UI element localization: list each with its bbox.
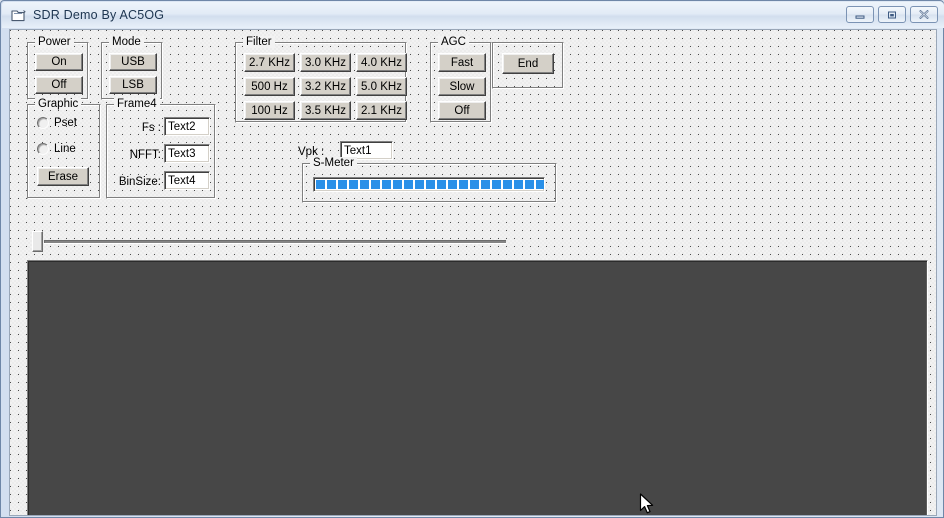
maximize-button[interactable] [878, 6, 906, 23]
smeter-segment [338, 180, 347, 189]
graphic-option-line-label: Line [54, 143, 76, 155]
filter-frame: Filter 2.7 KHz 3.0 KHz 4.0 KHz 500 Hz 3.… [235, 36, 407, 123]
smeter-segment [536, 180, 544, 189]
smeter-segment [415, 180, 424, 189]
power-off-button[interactable]: Off [35, 76, 83, 94]
end-frame: End [492, 42, 564, 89]
nfft-label: NFFT: [129, 149, 161, 161]
smeter-segment [525, 180, 534, 189]
agc-fast-button[interactable]: Fast [438, 53, 486, 72]
frame4: Frame4 Fs : Text2 NFFT: Text3 BinSize: T… [106, 98, 216, 199]
filter-button-100-hz[interactable]: 100 Hz [244, 101, 295, 120]
filter-frame-caption: Filter [243, 36, 275, 48]
tuning-slider[interactable] [32, 231, 506, 253]
smeter-segment [382, 180, 391, 189]
graphic-frame-caption: Graphic [35, 98, 82, 110]
mode-lsb-button[interactable]: LSB [109, 76, 157, 94]
graphic-erase-button[interactable]: Erase [37, 167, 89, 186]
screenshot-root: SDR Demo By AC5OG Power On Off Mode USB … [0, 0, 944, 518]
filter-button-5-0-khz[interactable]: 5.0 KHz [356, 77, 407, 96]
window-controls [846, 6, 938, 23]
smeter-segment [503, 180, 512, 189]
smeter-segment [349, 180, 358, 189]
smeter-segment [448, 180, 457, 189]
application-window: SDR Demo By AC5OG Power On Off Mode USB … [0, 0, 944, 518]
filter-button-3-0-khz[interactable]: 3.0 KHz [300, 53, 351, 72]
mode-usb-button[interactable]: USB [109, 53, 157, 71]
filter-button-500-hz[interactable]: 500 Hz [244, 77, 295, 96]
nfft-input[interactable]: Text3 [164, 144, 210, 163]
fs-label: Fs : [141, 122, 161, 134]
filter-button-4-0-khz[interactable]: 4.0 KHz [356, 53, 407, 72]
smeter-segment [327, 180, 336, 189]
binsize-label: BinSize: [118, 176, 161, 188]
agc-frame: AGC Fast Slow Off [430, 36, 492, 123]
smeter-segment [514, 180, 523, 189]
slider-track[interactable] [44, 240, 506, 243]
power-frame-caption: Power [35, 36, 74, 48]
smeter-segment [481, 180, 490, 189]
form-design-surface: Power On Off Mode USB LSB Graphic Pset L… [9, 29, 937, 516]
smeter-segment [316, 180, 325, 189]
end-button[interactable]: End [502, 53, 554, 74]
agc-off-button[interactable]: Off [438, 101, 486, 120]
close-button[interactable] [910, 6, 938, 23]
smeter-segment [371, 180, 380, 189]
smeter-frame-caption: S-Meter [310, 157, 357, 169]
mode-frame: Mode USB LSB [101, 36, 163, 100]
smeter-segment [470, 180, 479, 189]
filter-button-2-1-khz[interactable]: 2.1 KHz [356, 101, 407, 120]
title-bar: SDR Demo By AC5OG [2, 2, 944, 28]
agc-slow-button[interactable]: Slow [438, 77, 486, 96]
frame4-caption: Frame4 [114, 98, 160, 110]
fs-input[interactable]: Text2 [164, 117, 210, 136]
binsize-input[interactable]: Text4 [164, 171, 210, 190]
form-icon [10, 8, 26, 23]
smeter-segment [360, 180, 369, 189]
radio-icon [37, 117, 49, 129]
smeter-segment [492, 180, 501, 189]
mode-frame-caption: Mode [109, 36, 144, 48]
graphic-option-line[interactable]: Line [37, 143, 76, 155]
smeter-segment [459, 180, 468, 189]
filter-button-2-7-khz[interactable]: 2.7 KHz [244, 53, 295, 72]
graphic-frame: Graphic Pset Line Erase [27, 98, 101, 199]
filter-button-3-5-khz[interactable]: 3.5 KHz [300, 101, 351, 120]
minimize-button[interactable] [846, 6, 874, 23]
smeter-segment [393, 180, 402, 189]
agc-frame-caption: AGC [438, 36, 469, 48]
smeter-segment [437, 180, 446, 189]
smeter-segment [426, 180, 435, 189]
filter-button-3-2-khz[interactable]: 3.2 KHz [300, 77, 351, 96]
power-frame: Power On Off [27, 36, 89, 100]
smeter-progress-fill [316, 180, 544, 189]
graphic-option-pset-label: Pset [54, 117, 78, 129]
radio-icon [37, 143, 49, 155]
graphic-option-pset[interactable]: Pset [37, 117, 77, 129]
power-on-button[interactable]: On [35, 53, 83, 71]
smeter-segment [404, 180, 413, 189]
window-title: SDR Demo By AC5OG [33, 8, 165, 22]
slider-thumb[interactable] [32, 231, 43, 252]
smeter-progress-bar [313, 177, 545, 192]
smeter-frame: S-Meter [302, 157, 557, 203]
spectrum-display[interactable] [27, 260, 928, 515]
